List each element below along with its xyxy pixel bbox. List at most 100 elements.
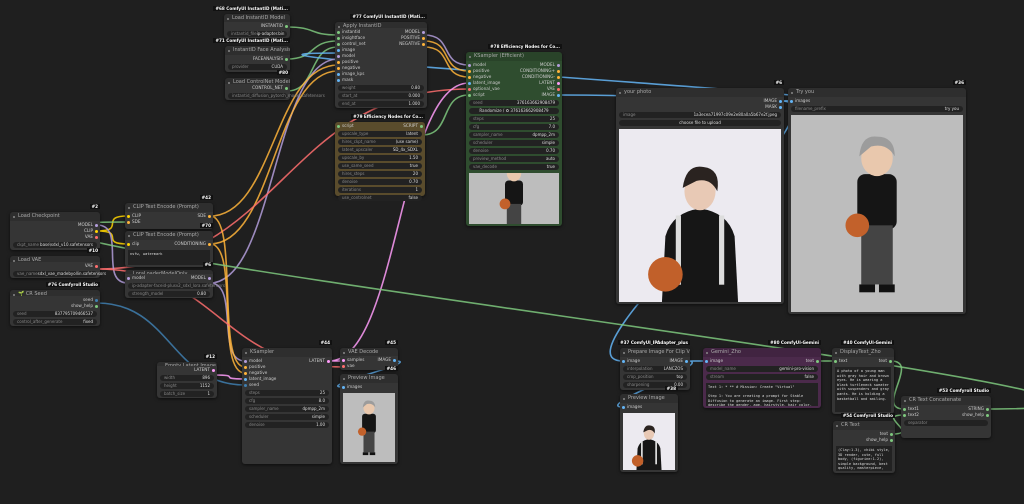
widget-upscale-by[interactable]: upscale_by 1.50 <box>338 155 422 161</box>
widget-use-controlnet[interactable]: use_controlnet false <box>338 195 422 201</box>
input-socket-icon[interactable] <box>903 413 906 417</box>
widget-button[interactable]: choose file to upload <box>619 120 781 126</box>
widget-hires-steps[interactable]: hires_steps 20 <box>338 171 422 177</box>
output-slot[interactable]: show_help <box>71 303 100 309</box>
widget-vae-name[interactable]: vae_name sdxl_vae_madebyollin.safetensors <box>13 271 106 277</box>
output-socket-icon[interactable] <box>285 24 288 28</box>
output-slot[interactable]: MODEL <box>191 275 213 281</box>
widget-separator[interactable]: separator <box>904 420 988 426</box>
node-cr-text-concatenate[interactable]: #53 Comfyroll Studio CR Text Concatenate t… <box>901 388 991 438</box>
input-slot[interactable]: text <box>832 358 847 364</box>
output-socket-icon[interactable] <box>285 57 288 61</box>
widget-denoise[interactable]: denoise 1.00 <box>245 422 329 428</box>
widget-denoise[interactable]: denoise 0.70 <box>469 148 559 154</box>
widget-instantid-file[interactable]: instantid_file ip-adapter.bin <box>227 31 287 37</box>
widget-crop-position[interactable]: crop_position top <box>623 374 687 380</box>
output-slot[interactable]: CONDITIONING <box>174 241 213 247</box>
input-slot[interactable]: model <box>125 275 145 281</box>
node-gemini-zho[interactable]: #80 ComfyUI-Gemini Gemini_Zho image text mod… <box>703 340 821 408</box>
widget-hires-ckpt-name[interactable]: hires_ckpt_name (use same) <box>338 139 422 145</box>
output-slot[interactable]: SCRIPT <box>403 123 425 129</box>
node-title[interactable]: your photo <box>616 88 784 97</box>
output-slot[interactable]: text <box>806 358 821 364</box>
output-socket-icon[interactable] <box>685 359 688 363</box>
output-socket-icon[interactable] <box>422 30 425 34</box>
input-slot[interactable]: images <box>340 384 362 390</box>
input-slot[interactable]: SDE <box>125 219 141 225</box>
output-socket-icon[interactable] <box>95 304 98 308</box>
output-socket-icon[interactable] <box>327 359 330 363</box>
output-socket-icon[interactable] <box>393 358 396 362</box>
input-socket-icon[interactable] <box>337 48 340 52</box>
widget-start-at[interactable]: start_at 0.000 <box>338 93 424 99</box>
widget-iterations[interactable]: iterations 1 <box>338 187 422 193</box>
input-socket-icon[interactable] <box>468 69 471 73</box>
output-socket-icon[interactable] <box>890 432 893 436</box>
output-slot[interactable]: CONTROL_NET <box>252 85 290 91</box>
node-title[interactable]: Try you <box>788 88 966 97</box>
widget-denoise[interactable]: denoise 0.70 <box>338 179 422 185</box>
node-title[interactable]: CR Text <box>833 421 895 430</box>
widget-steps[interactable]: steps 25 <box>469 116 559 122</box>
input-socket-icon[interactable] <box>244 371 247 375</box>
output-slot[interactable]: VAE <box>78 234 100 240</box>
input-slot[interactable]: images <box>620 404 642 410</box>
input-socket-icon[interactable] <box>244 365 247 369</box>
output-socket-icon[interactable] <box>779 99 782 103</box>
widget-preview-method[interactable]: preview_method auto <box>469 156 559 162</box>
node-preview-image-1[interactable]: #46 Preview Image images <box>340 366 398 464</box>
widget-strength-model[interactable]: strength_model 0.80 <box>128 291 210 297</box>
node-display-text-zho[interactable]: #40 ComfyUI-Gemini DisplayText_Zho text tex… <box>832 340 894 414</box>
input-socket-icon[interactable] <box>342 385 345 389</box>
input-socket-icon[interactable] <box>622 405 625 409</box>
node-title[interactable]: 🌱 CR Seed <box>10 290 100 296</box>
node-title[interactable]: CLIP Text Encode (Prompt) <box>125 231 213 240</box>
input-socket-icon[interactable] <box>244 377 247 381</box>
output-socket-icon[interactable] <box>95 264 98 268</box>
widget-sampler-name[interactable]: sampler_name dpmpp_2m <box>245 406 329 412</box>
output-socket-icon[interactable] <box>208 214 211 218</box>
input-slot[interactable]: vae <box>340 363 364 369</box>
output-socket-icon[interactable] <box>422 36 425 40</box>
input-socket-icon[interactable] <box>337 78 340 82</box>
node-title[interactable]: Gemini_Zho <box>703 348 821 357</box>
widget-steps[interactable]: steps 25 <box>245 390 329 396</box>
output-slot[interactable]: show_help <box>962 412 991 418</box>
widget-button[interactable]: Randomize / ♻ 376163662908479 <box>469 108 559 114</box>
node-title[interactable]: VAE Decode <box>340 348 398 356</box>
output-slot[interactable]: IMAGE <box>377 357 398 363</box>
node-apply-instantid[interactable]: #77 ComfyUI InstantID (Mati... Apply Inst… <box>335 14 427 108</box>
node-preview-image-2[interactable]: #38 Preview Image images <box>620 386 678 472</box>
node-cr-seed[interactable]: #76 Comfyroll Studio 🌱 CR Seed seed show_he… <box>10 282 100 326</box>
output-socket-icon[interactable] <box>986 413 989 417</box>
output-socket-icon[interactable] <box>816 359 819 363</box>
widget-upscale-type[interactable]: upscale_type latent <box>338 131 422 137</box>
widget-interpolation[interactable]: interpolation LANCZOS <box>623 366 687 372</box>
output-socket-icon[interactable] <box>208 276 211 280</box>
node-title[interactable]: Load VAE <box>10 256 100 262</box>
input-socket-icon[interactable] <box>468 87 471 91</box>
node-lora-loader-model-only[interactable]: #6 LoraLoaderModelOnly model MODEL ip-adapte… <box>125 262 225 298</box>
output-socket-icon[interactable] <box>557 81 560 85</box>
text-area[interactable]: (Clay:1.3), chibi style, 3D render, cute… <box>836 446 892 471</box>
input-slot[interactable]: seed <box>242 382 276 388</box>
widget-width[interactable]: width 896 <box>160 375 214 381</box>
input-socket-icon[interactable] <box>903 407 906 411</box>
output-socket-icon[interactable] <box>779 105 782 109</box>
output-socket-icon[interactable] <box>986 407 989 411</box>
input-socket-icon[interactable] <box>244 383 247 387</box>
input-socket-icon[interactable] <box>337 60 340 64</box>
output-slot[interactable]: LATENT <box>309 358 332 364</box>
input-socket-icon[interactable] <box>127 276 130 280</box>
widget-instantid-diffusion-pytorch-model-safetensors[interactable]: instantid_diffusion_pytorch_model.safete… <box>228 93 325 99</box>
widget-vae-decode[interactable]: vae_decode true <box>469 164 559 170</box>
input-slot[interactable]: images <box>788 98 810 104</box>
output-socket-icon[interactable] <box>557 69 560 73</box>
input-socket-icon[interactable] <box>337 42 340 46</box>
output-socket-icon[interactable] <box>285 86 288 90</box>
output-socket-icon[interactable] <box>890 438 893 442</box>
node-highres-fix-script[interactable]: #79 Efficiency Nodes for Co...HighRes-Fi… <box>335 114 425 201</box>
widget-seed[interactable]: seed 376163662908479 <box>469 100 559 106</box>
widget-ip-adapter-faceid-plusv2-sdxl-lora-safetensors[interactable]: ip-adapter-faceid-plusv2_sdxl_lora.safet… <box>128 283 225 289</box>
output-slot[interactable]: show_help <box>866 437 895 443</box>
